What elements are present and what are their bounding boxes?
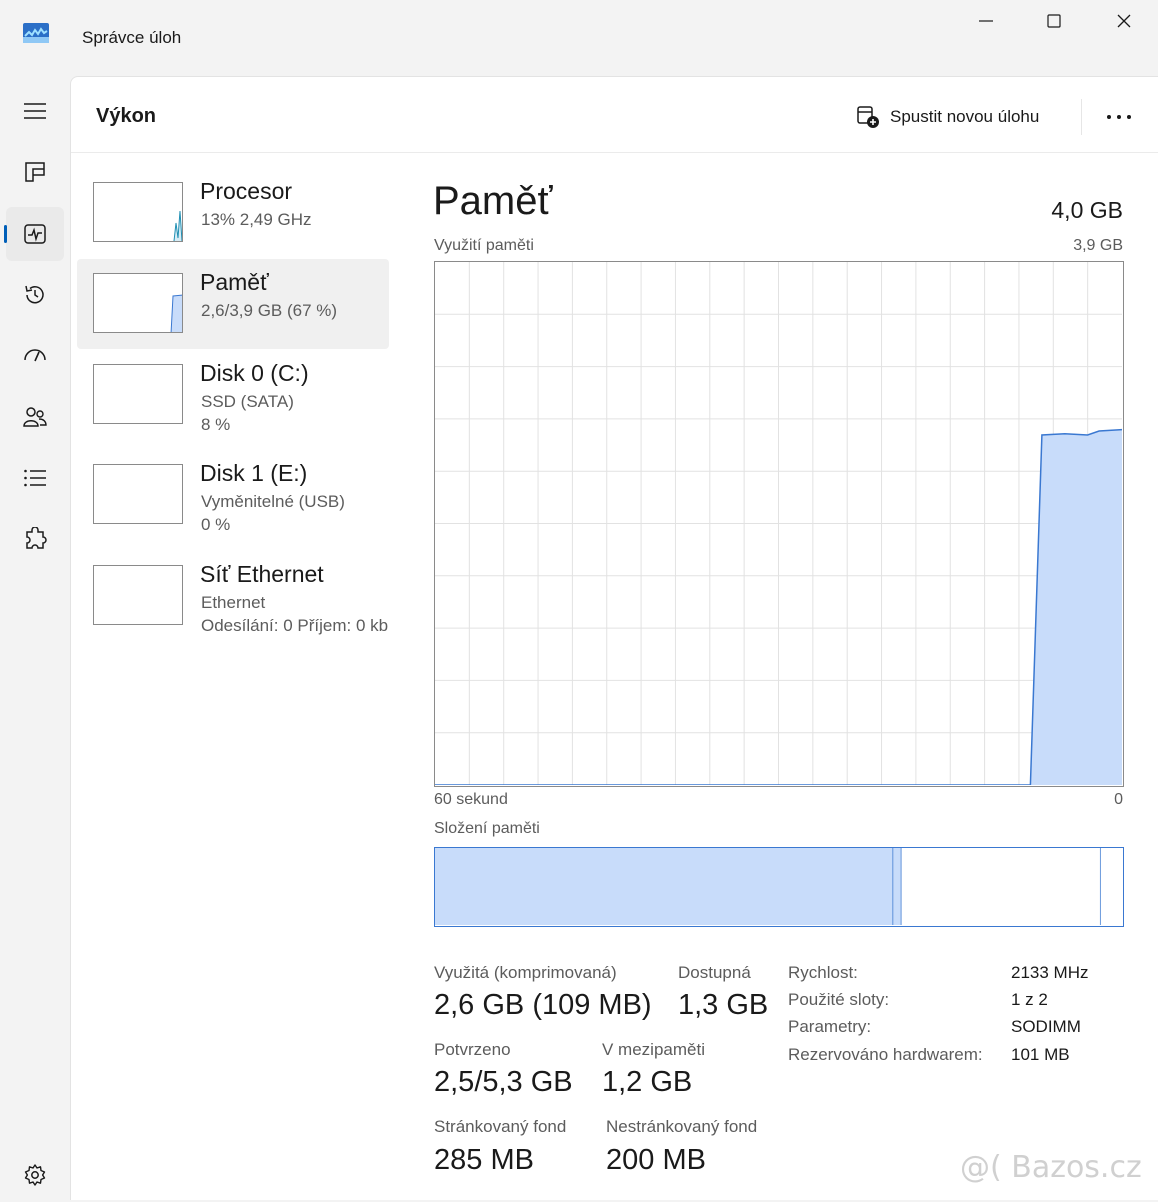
maximize-icon xyxy=(1047,14,1061,28)
in-use-value: 2,6 GB (109 MB) xyxy=(434,989,652,1021)
page-header: Výkon Spustit novou úlohu xyxy=(71,77,1158,153)
perf-item-name: Paměť xyxy=(200,269,269,295)
perf-item-name: Disk 0 (C:) xyxy=(200,360,309,386)
processes-icon xyxy=(25,162,45,182)
form-factor-value: SODIMM xyxy=(1011,1017,1081,1036)
maximize-button[interactable] xyxy=(1031,6,1077,36)
close-button[interactable] xyxy=(1101,6,1147,36)
nav-details[interactable] xyxy=(6,451,64,505)
detail-title: Paměť xyxy=(433,179,553,223)
slots-used-key: Použité sloty: xyxy=(788,990,890,1009)
memory-thumbnail-graph xyxy=(93,273,183,333)
cpu-thumbnail-graph xyxy=(93,182,183,242)
perf-item-ethernet[interactable]: Síť Ethernet Ethernet Odesílání: 0 Příje… xyxy=(77,551,389,641)
perf-item-disk0[interactable]: Disk 0 (C:) SSD (SATA) 8 % xyxy=(77,350,389,440)
modified-segment xyxy=(893,848,902,925)
memory-usage-graph xyxy=(434,261,1124,787)
speed-value: 2133 MHz xyxy=(1011,963,1089,982)
users-icon xyxy=(23,407,47,427)
title-bar: Správce úloh xyxy=(0,0,1158,76)
main-content: Výkon Spustit novou úlohu Procesor 13% 2… xyxy=(70,76,1158,1200)
memory-usage-chart xyxy=(435,262,1122,785)
settings-gear-icon xyxy=(24,1164,46,1186)
perf-item-disk1[interactable]: Disk 1 (E:) Vyměnitelné (USB) 0 % xyxy=(77,450,389,540)
minimize-button[interactable] xyxy=(963,6,1009,36)
hardware-reserved-key: Rezervováno hardwarem: xyxy=(788,1045,983,1064)
ethernet-thumbnail-graph xyxy=(93,565,183,625)
memory-composition-label: Složení paměti xyxy=(434,820,540,837)
close-icon xyxy=(1117,14,1131,28)
perf-item-throughput: Odesílání: 0 Příjem: 0 kb xyxy=(201,616,389,635)
nav-app-history[interactable] xyxy=(6,268,64,322)
nav-services[interactable] xyxy=(6,512,64,566)
details-list-icon xyxy=(24,469,46,487)
page-title: Výkon xyxy=(96,105,157,127)
perf-item-usage: 8 % xyxy=(201,415,231,434)
perf-item-detail: SSD (SATA) xyxy=(201,392,294,411)
in-use-label: Využitá (komprimovaná) xyxy=(434,963,617,982)
window-title: Správce úloh xyxy=(82,28,182,47)
free-segment xyxy=(1100,848,1122,925)
memory-usage-max: 3,9 GB xyxy=(1073,237,1123,254)
graph-time-span-label: 60 sekund xyxy=(434,791,508,808)
speed-key: Rychlost: xyxy=(788,963,858,982)
perf-item-detail: 2,6/3,9 GB (67 %) xyxy=(201,301,338,320)
perf-item-detail: Ethernet xyxy=(201,593,266,612)
memory-composition-chart xyxy=(435,848,1122,925)
available-label: Dostupná xyxy=(678,963,751,982)
form-factor-key: Parametry: xyxy=(788,1017,872,1036)
nav-processes[interactable] xyxy=(6,145,64,199)
more-dots-icon xyxy=(1107,115,1131,119)
in-use-segment xyxy=(435,848,894,925)
header-separator xyxy=(1081,99,1082,135)
performance-icon xyxy=(24,224,46,244)
new-task-icon xyxy=(857,106,879,128)
run-new-task-button[interactable]: Spustit novou úlohu xyxy=(856,101,1039,133)
graph-time-end-label: 0 xyxy=(1114,791,1123,808)
nonpaged-pool-label: Nestránkovaný fond xyxy=(606,1117,758,1136)
nav-performance[interactable] xyxy=(4,207,64,261)
hamburger-menu-button[interactable] xyxy=(6,84,64,138)
run-new-task-label: Spustit novou úlohu xyxy=(890,107,1040,126)
nav-startup-apps[interactable] xyxy=(6,329,64,383)
perf-item-name: Disk 1 (E:) xyxy=(200,460,308,486)
committed-value: 2,5/5,3 GB xyxy=(434,1066,573,1098)
memory-composition-bar xyxy=(434,847,1124,927)
hardware-reserved-value: 101 MB xyxy=(1011,1045,1070,1064)
startup-speedometer-icon xyxy=(24,349,46,362)
perf-item-detail: Vyměnitelné (USB) xyxy=(201,492,345,511)
disk0-thumbnail-graph xyxy=(93,364,183,424)
perf-item-detail: 13% 2,49 GHz xyxy=(201,210,312,229)
nonpaged-pool-value: 200 MB xyxy=(606,1144,706,1176)
perf-item-name: Procesor xyxy=(200,178,293,204)
perf-item-cpu[interactable]: Procesor 13% 2,49 GHz xyxy=(77,168,389,258)
detail-total-memory: 4,0 GB xyxy=(1051,197,1123,223)
paged-pool-value: 285 MB xyxy=(434,1144,534,1176)
navigation-rail xyxy=(0,76,70,1200)
cached-label: V mezipaměti xyxy=(602,1040,705,1059)
nav-users[interactable] xyxy=(6,390,64,444)
watermark-text: @( Bazos.cz xyxy=(960,1150,1142,1185)
minimize-icon xyxy=(979,20,993,22)
paged-pool-label: Stránkovaný fond xyxy=(434,1117,567,1136)
history-icon xyxy=(25,285,44,304)
services-puzzle-icon xyxy=(26,527,47,549)
perf-item-memory[interactable]: Paměť 2,6/3,9 GB (67 %) xyxy=(77,259,389,349)
disk1-thumbnail-graph xyxy=(93,464,183,524)
nav-settings[interactable] xyxy=(6,1148,64,1202)
memory-usage-label: Využití paměti xyxy=(434,237,534,254)
perf-item-usage: 0 % xyxy=(201,515,231,534)
task-manager-app-icon xyxy=(23,23,49,43)
cached-value: 1,2 GB xyxy=(602,1066,693,1098)
slots-used-value: 1 z 2 xyxy=(1011,990,1048,1009)
available-value: 1,3 GB xyxy=(678,989,769,1021)
more-options-button[interactable] xyxy=(1101,101,1137,133)
committed-label: Potvrzeno xyxy=(434,1040,511,1059)
perf-item-name: Síť Ethernet xyxy=(200,561,324,587)
standby-segment xyxy=(901,848,1101,925)
hamburger-icon xyxy=(24,103,46,119)
